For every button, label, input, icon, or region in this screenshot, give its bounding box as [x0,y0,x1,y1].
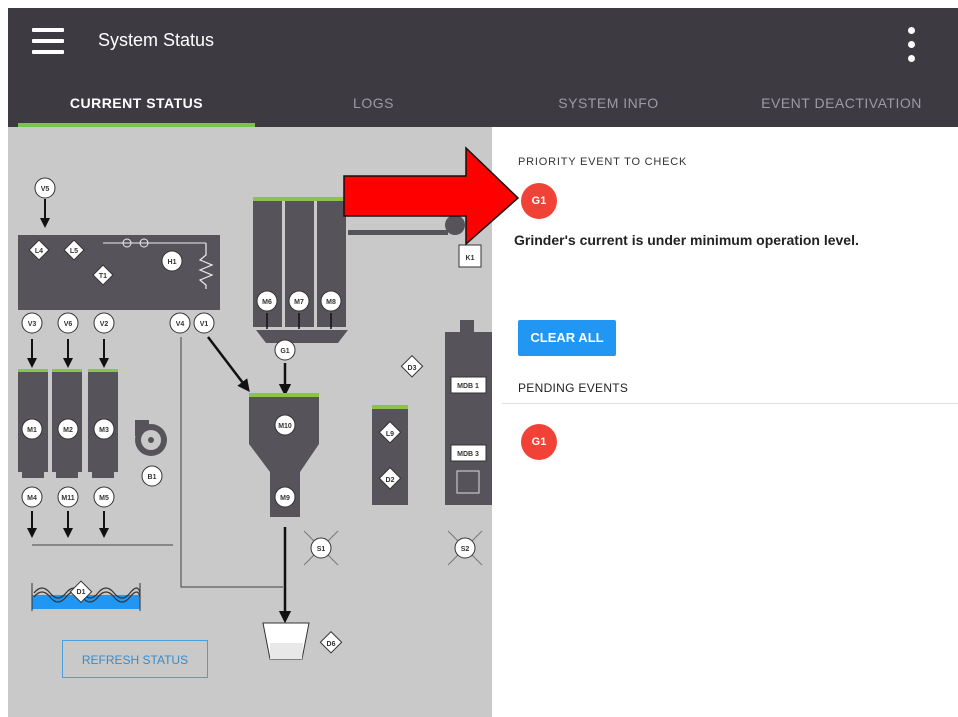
svg-text:M6: M6 [262,299,272,306]
blower-fan-icon [135,420,167,456]
svg-text:G1: G1 [280,348,289,355]
svg-text:M2: M2 [63,427,73,434]
priority-event-message: Grinder's current is under minimum opera… [514,232,859,248]
app-bar: System Status [8,8,958,78]
svg-text:V3: V3 [28,321,37,328]
svg-text:M1: M1 [27,427,37,434]
svg-text:K1: K1 [466,255,475,262]
app-frame: System Status CURRENT STATUS LOGS SYSTEM… [8,8,958,717]
svg-text:M11: M11 [61,495,74,502]
svg-text:V6: V6 [64,321,73,328]
annotation-arrow-icon [343,146,520,246]
page-title: System Status [98,30,215,50]
priority-event-heading: PRIORITY EVENT TO CHECK [518,156,688,168]
svg-text:V2: V2 [100,321,109,328]
tab-bar: CURRENT STATUS LOGS SYSTEM INFO EVENT DE… [8,78,958,127]
svg-text:V1: V1 [200,321,209,328]
pending-events-heading: PENDING EVENTS [518,381,629,395]
svg-text:B1: B1 [148,474,157,481]
tab-current-status[interactable]: CURRENT STATUS [18,78,255,127]
svg-text:L9: L9 [386,431,394,438]
svg-text:M7: M7 [294,299,304,306]
grinder [256,330,348,343]
tab-event-deactivation[interactable]: EVENT DEACTIVATION [725,78,958,127]
events-panel: PRIORITY EVENT TO CHECK G1 Grinder's cur… [492,127,958,717]
refresh-status-button[interactable]: REFRESH STATUS [62,640,208,678]
svg-text:L4: L4 [35,248,43,255]
svg-text:D2: D2 [386,477,395,484]
svg-text:M8: M8 [326,299,336,306]
label-V5: V5 [41,186,50,193]
svg-text:M10: M10 [278,423,292,430]
pending-event-badge[interactable]: G1 [521,424,557,460]
tab-logs[interactable]: LOGS [255,78,492,127]
svg-text:S1: S1 [317,546,326,553]
svg-text:M4: M4 [27,495,37,502]
svg-text:MDB 3: MDB 3 [457,451,479,458]
svg-text:D1: D1 [77,589,86,596]
svg-text:D3: D3 [408,365,417,372]
svg-text:M9: M9 [280,495,290,502]
svg-text:H1: H1 [168,259,177,266]
svg-text:V4: V4 [176,321,185,328]
svg-text:M5: M5 [99,495,109,502]
divider [502,403,958,404]
clear-all-button[interactable]: CLEAR ALL [518,320,616,356]
svg-text:MDB 1: MDB 1 [457,383,479,390]
svg-text:S2: S2 [461,546,470,553]
priority-event-badge[interactable]: G1 [521,183,557,219]
hamburger-menu-icon[interactable] [32,28,64,56]
tab-system-info[interactable]: SYSTEM INFO [492,78,725,127]
heater-tank [18,235,220,310]
svg-text:L5: L5 [70,248,78,255]
svg-text:M3: M3 [99,427,109,434]
more-vert-icon[interactable] [902,26,922,64]
svg-text:T1: T1 [99,273,107,280]
svg-text:D6: D6 [327,641,336,648]
